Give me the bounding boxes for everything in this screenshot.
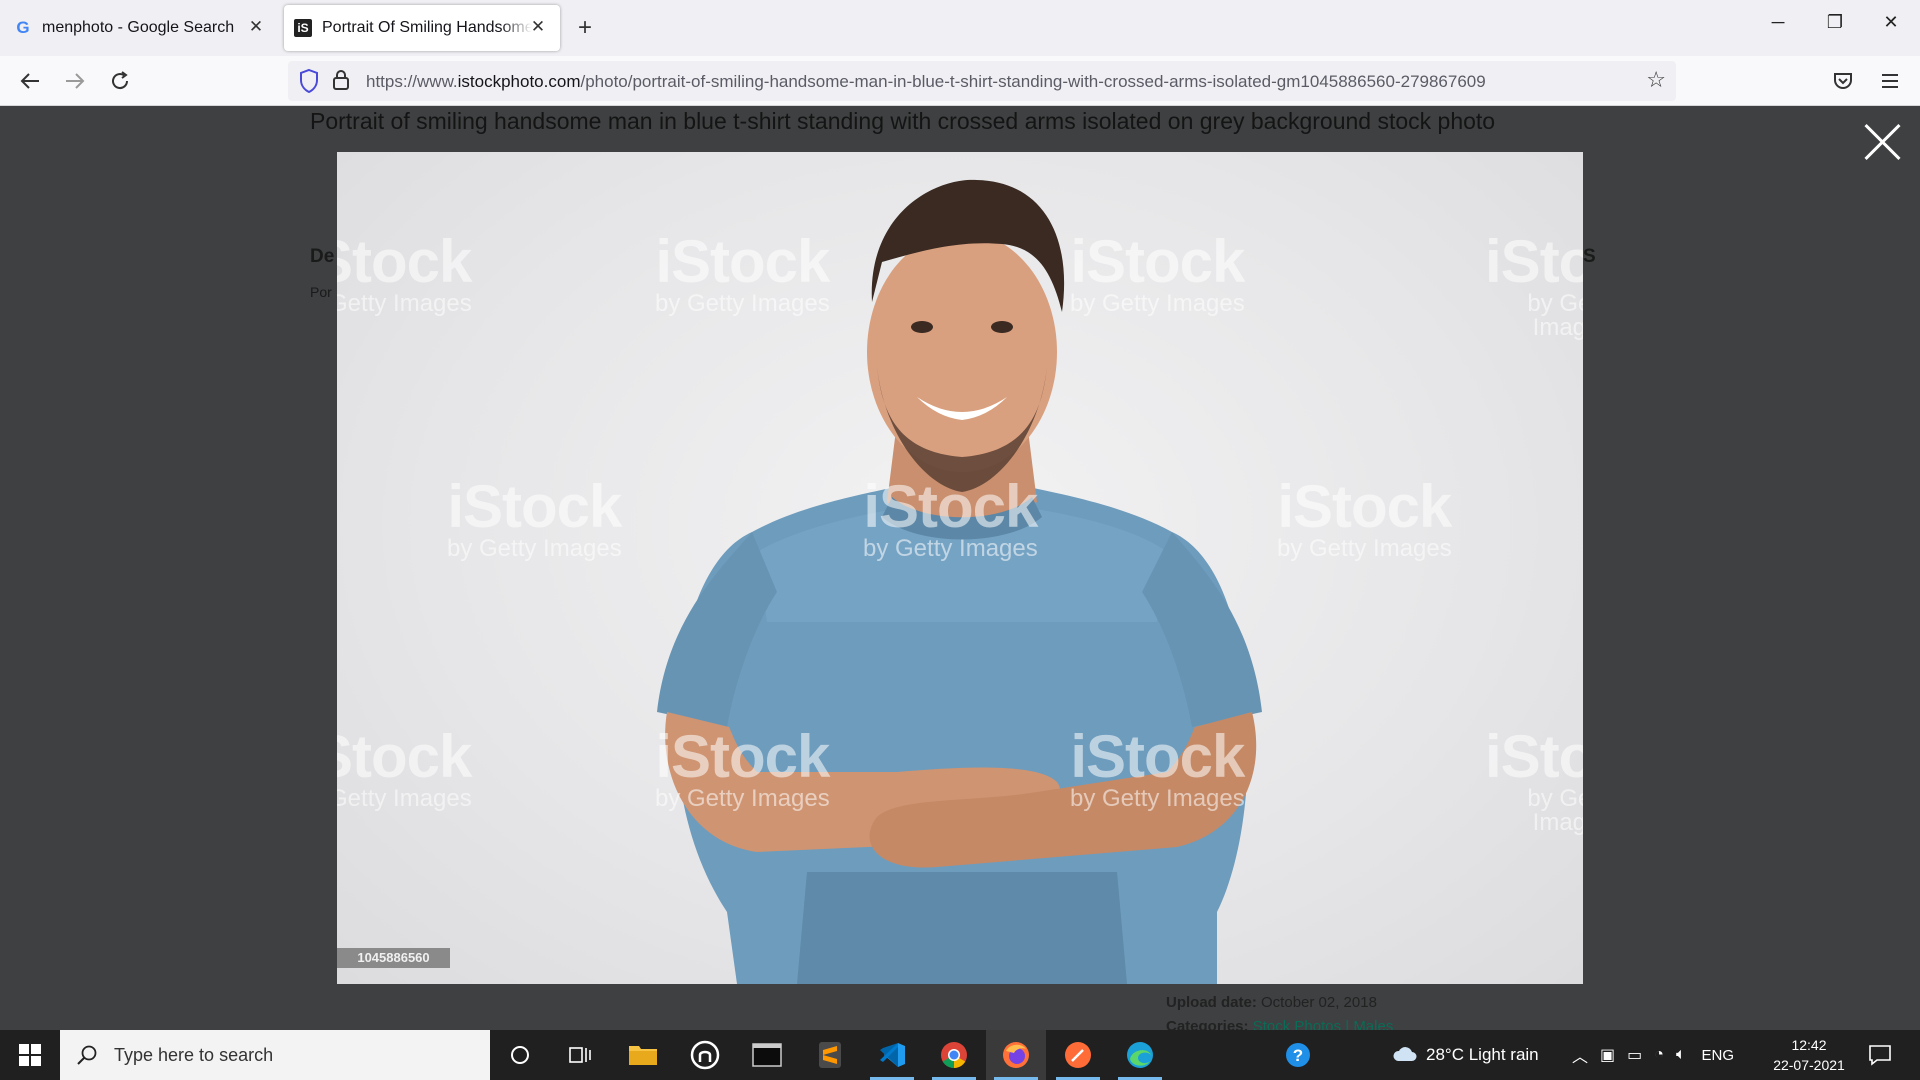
watermark: iStockby Getty Images (863, 473, 1038, 562)
watermark: iStockby Getty Images (1070, 723, 1245, 812)
clock[interactable]: 12:42 22-07-2021 (1764, 1035, 1854, 1075)
tab-istock[interactable]: iS Portrait Of Smiling Handsome Man ✕ (284, 5, 560, 51)
help-icon[interactable]: ? (1268, 1030, 1328, 1080)
tab-strip: G menphoto - Google Search ✕ iS Portrait… (0, 0, 1920, 56)
search-icon (77, 1045, 97, 1065)
watermark: iStockby Getty Images (337, 228, 472, 317)
notifications-icon[interactable] (1850, 1030, 1910, 1080)
cloud-rain-icon (1393, 1047, 1417, 1061)
address-bar[interactable]: https://www.istockphoto.com/photo/portra… (288, 61, 1676, 101)
watermark: iStockby Getty Images (1485, 723, 1583, 836)
language-indicator[interactable]: ENG (1702, 1047, 1735, 1064)
forward-icon[interactable] (60, 66, 90, 96)
clock-time: 12:42 (1791, 1037, 1827, 1053)
tab-close-icon[interactable]: ✕ (246, 17, 266, 37)
meet-now-icon[interactable]: ▣ (1600, 1045, 1615, 1065)
man-portrait-image (657, 179, 1262, 984)
system-tray[interactable]: ︿ ▣ ▭ ◔ 🔈︎ ENG (1572, 1030, 1734, 1080)
minimize-icon[interactable]: ─ (1763, 12, 1793, 33)
photo-id-badge: 1045886560 (337, 948, 450, 968)
lock-icon[interactable] (332, 69, 350, 96)
sublime-text-icon[interactable] (800, 1030, 860, 1080)
side-heading: S (1583, 246, 1596, 267)
postman-icon[interactable] (1048, 1030, 1108, 1080)
new-tab-icon[interactable]: + (578, 14, 592, 42)
terminal-icon[interactable] (737, 1030, 797, 1080)
description-text: Por (310, 284, 332, 300)
navigation-bar: https://www.istockphoto.com/photo/portra… (0, 56, 1920, 106)
reload-icon[interactable] (105, 66, 135, 96)
taskbar-search[interactable]: Type here to search (60, 1030, 490, 1080)
istock-favicon-icon: iS (294, 19, 312, 37)
volume-icon[interactable]: 🔈︎ (1676, 1046, 1686, 1064)
vscode-icon[interactable] (862, 1030, 922, 1080)
taskbar: Type here to search ? 28°C Light rain ︿ (0, 1030, 1920, 1080)
svg-text:?: ? (1293, 1046, 1303, 1065)
search-placeholder: Type here to search (114, 1044, 274, 1065)
task-view-icon[interactable] (550, 1030, 610, 1080)
tab-title: Portrait Of Smiling Handsome Man (322, 19, 532, 36)
weather-widget[interactable]: 28°C Light rain (1392, 1030, 1539, 1080)
weather-text: 28°C Light rain (1426, 1045, 1539, 1064)
watermark: iStockby Getty Images (337, 723, 472, 812)
tab-title: menphoto - Google Search (42, 19, 235, 36)
tracking-shield-icon[interactable] (298, 68, 320, 99)
menu-icon[interactable] (1875, 66, 1905, 96)
categories: Categories: Stock Photos | Males (1166, 1018, 1394, 1030)
cortana-icon[interactable] (490, 1030, 550, 1080)
battery-icon[interactable]: ▭ (1627, 1045, 1642, 1065)
chevron-up-icon[interactable]: ︿ (1572, 1043, 1588, 1067)
watermark: iStockby Getty Images (655, 228, 830, 317)
tab-close-icon[interactable]: ✕ (528, 17, 548, 37)
watermark: iStockby Getty Images (1277, 473, 1452, 562)
watermark: iStockby Getty Images (655, 723, 830, 812)
modal-close-icon[interactable] (1862, 122, 1902, 162)
github-desktop-icon[interactable] (675, 1030, 735, 1080)
watermark: iStockby Getty Images (1485, 228, 1583, 341)
clock-date: 22-07-2021 (1773, 1057, 1845, 1073)
url-text[interactable]: https://www.istockphoto.com/photo/portra… (366, 72, 1486, 92)
watermark: iStockby Getty Images (447, 473, 622, 562)
chrome-icon[interactable] (924, 1030, 984, 1080)
upload-date: Upload date: October 02, 2018 (1166, 994, 1377, 1011)
edge-icon[interactable] (1110, 1030, 1170, 1080)
window-close-icon[interactable]: ✕ (1876, 12, 1906, 33)
file-explorer-icon[interactable] (613, 1030, 673, 1080)
windows-start-icon[interactable] (0, 1030, 60, 1080)
pocket-icon[interactable] (1828, 66, 1858, 96)
tab-google-search[interactable]: G menphoto - Google Search ✕ (0, 5, 278, 51)
description-heading: De (310, 246, 335, 267)
back-icon[interactable] (15, 66, 45, 96)
bookmark-star-icon[interactable]: ☆ (1646, 67, 1666, 93)
firefox-icon[interactable] (986, 1030, 1046, 1080)
page-title: Portrait of smiling handsome man in blue… (310, 108, 1496, 134)
wifi-icon[interactable]: ◔ (1654, 1046, 1664, 1064)
google-favicon-icon: G (16, 18, 30, 37)
page-content: Portrait of smiling handsome man in blue… (0, 106, 1920, 1030)
watermark: iStockby Getty Images (1070, 228, 1245, 317)
stock-photo: iStockby Getty Images iStockby Getty Ima… (337, 152, 1583, 984)
restore-icon[interactable]: ❐ (1820, 12, 1850, 33)
